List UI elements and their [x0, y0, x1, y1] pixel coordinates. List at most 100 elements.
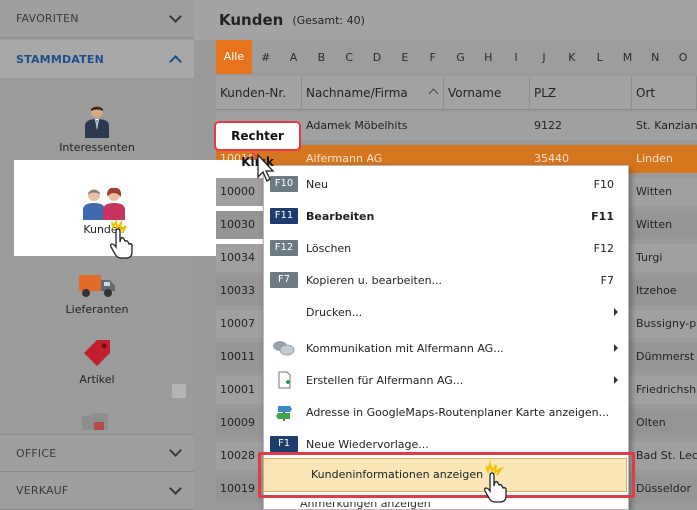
filter-letter[interactable]: A — [280, 51, 308, 64]
filter-letter[interactable]: # — [252, 51, 280, 64]
menu-shortcut: F10 — [593, 177, 614, 191]
section-verkauf[interactable]: VERKAUF — [0, 472, 194, 510]
section-office[interactable]: OFFICE — [0, 434, 194, 472]
sidebar-item-artikel[interactable]: Artikel — [0, 336, 194, 386]
person-suit-icon — [85, 106, 109, 138]
filter-letter[interactable]: L — [586, 51, 614, 64]
filter-letter[interactable]: O — [669, 51, 697, 64]
sidebar-item-lieferanten[interactable]: Lieferanten — [0, 270, 194, 316]
new-document-icon — [278, 371, 291, 389]
alphabet-filter: Alle # A B C D E F G H I J K L M N O — [216, 40, 697, 74]
sidebar-item-label: Lieferanten — [65, 303, 129, 316]
page-header: Kunden (Gesamt: 40) — [194, 0, 697, 40]
filter-letter[interactable]: M — [614, 51, 642, 64]
sidebar-item-label: Interessenten — [59, 141, 135, 154]
table-header: Kunden-Nr. Nachname/Firma Vorname PLZ Or… — [216, 76, 697, 110]
submenu-arrow-icon — [614, 376, 618, 384]
cell-ort: Itzehoe — [636, 284, 677, 297]
menu-label: Bearbeiten — [306, 209, 375, 223]
menu-shortcut: F7 — [600, 273, 614, 287]
key-badge: F11 — [270, 208, 298, 224]
cell-ort: Düsseldor — [636, 482, 691, 495]
scroll-down-button[interactable] — [172, 384, 186, 398]
sidebar-item-interessenten[interactable]: Interessenten — [0, 104, 194, 154]
folder-icon — [82, 413, 108, 430]
filter-letter[interactable]: H — [474, 51, 502, 64]
column-vorname[interactable]: Vorname — [444, 76, 530, 109]
filter-all[interactable]: Alle — [216, 40, 252, 74]
section-label: STAMMDATEN — [16, 52, 104, 66]
menu-label: Erstellen für Alfermann AG... — [306, 373, 464, 387]
sidebar-item-label: Artikel — [79, 373, 115, 386]
cell-ort: Olten — [636, 416, 666, 429]
cell-ort: St. Kanzian — [636, 119, 697, 132]
customers-icon — [83, 187, 125, 220]
menu-item-googlemaps[interactable]: Adresse in GoogleMaps-Routenplaner Karte… — [264, 396, 628, 428]
signpost-icon — [276, 406, 292, 421]
hand-cursor-icon — [484, 460, 507, 503]
submenu-arrow-icon — [614, 344, 618, 352]
key-badge: F12 — [270, 240, 298, 256]
menu-label: Kopieren u. bearbeiten... — [306, 273, 443, 287]
filter-letter[interactable]: J — [530, 51, 558, 64]
menu-item-loeschen[interactable]: F12 Löschen F12 — [264, 232, 628, 264]
section-label: VERKAUF — [16, 484, 69, 497]
section-label: FAVORITEN — [16, 12, 79, 25]
menu-label: Anmerkungen anzeigen — [300, 502, 431, 510]
menu-item-anmerkungen[interactable]: Anmerkungen anzeigen — [300, 502, 431, 510]
menu-item-bearbeiten[interactable]: F11 Bearbeiten F11 — [264, 200, 628, 232]
section-stammdaten[interactable]: STAMMDATEN — [0, 40, 194, 78]
filter-letter[interactable]: I — [502, 51, 530, 64]
key-badge: F1 — [270, 436, 298, 452]
chevron-down-icon — [169, 444, 182, 457]
price-tag-icon — [84, 340, 110, 366]
menu-item-drucken[interactable]: Drucken... — [264, 296, 628, 328]
menu-item-neu[interactable]: F10 Neu F10 — [264, 168, 628, 200]
menu-label: Drucken... — [306, 305, 363, 319]
menu-label: Adresse in GoogleMaps-Routenplaner Karte… — [306, 405, 610, 419]
menu-label: Löschen — [306, 241, 352, 255]
sort-ascending-icon — [428, 88, 439, 99]
section-label: OFFICE — [16, 446, 57, 460]
column-ort[interactable]: Ort — [632, 76, 697, 109]
filter-letter[interactable]: D — [363, 51, 391, 64]
menu-shortcut: F11 — [591, 209, 614, 223]
chevron-down-icon — [169, 9, 182, 23]
menu-label: Neue Wiedervorlage... — [306, 437, 429, 451]
filter-letter[interactable]: K — [558, 51, 586, 64]
filter-letter[interactable]: F — [419, 51, 447, 64]
record-count: (Gesamt: 40) — [292, 13, 365, 27]
cell-ort: Friedrichsh — [636, 383, 697, 396]
truck-icon — [79, 275, 115, 297]
menu-shortcut: F12 — [593, 241, 614, 255]
cell-vorname — [444, 112, 530, 140]
cell-ort: Linden — [636, 152, 673, 165]
cell-plz: 9122 — [534, 119, 562, 132]
cell-ort: Turgi — [636, 251, 663, 264]
page-title: Kunden — [219, 11, 284, 29]
filter-letter[interactable]: N — [641, 51, 669, 64]
key-badge: F7 — [270, 272, 298, 288]
filter-letter[interactable]: B — [307, 51, 335, 64]
hand-cursor-icon — [110, 219, 133, 259]
cell-ort: Witten — [636, 185, 673, 198]
cell-ort: Witten — [636, 218, 673, 231]
highlight-frame — [258, 452, 635, 498]
column-plz[interactable]: PLZ — [530, 76, 632, 109]
filter-letter[interactable]: E — [391, 51, 419, 64]
column-nachname[interactable]: Nachname/Firma — [302, 76, 444, 109]
menu-item-kopieren[interactable]: F7 Kopieren u. bearbeiten... F7 — [264, 264, 628, 296]
menu-item-erstellen[interactable]: Erstellen für Alfermann AG... — [264, 364, 628, 396]
column-kunden-nr[interactable]: Kunden-Nr. — [216, 76, 302, 109]
cell-ort: Dümmerst — [636, 350, 695, 363]
filter-letter[interactable]: C — [335, 51, 363, 64]
arrow-cursor-icon — [251, 152, 275, 182]
chevron-down-icon — [169, 481, 182, 495]
submenu-arrow-icon — [614, 308, 618, 316]
cell-ort: Bad St. Lec — [636, 449, 697, 462]
filter-letter[interactable]: G — [447, 51, 475, 64]
menu-item-kommunikation[interactable]: Kommunikation mit Alfermann AG... — [264, 332, 628, 364]
cell-name: Adamek Möbelhits — [306, 119, 408, 132]
right-click-callout: Rechter Klick — [214, 121, 301, 169]
section-favoriten[interactable]: FAVORITEN — [0, 0, 194, 38]
